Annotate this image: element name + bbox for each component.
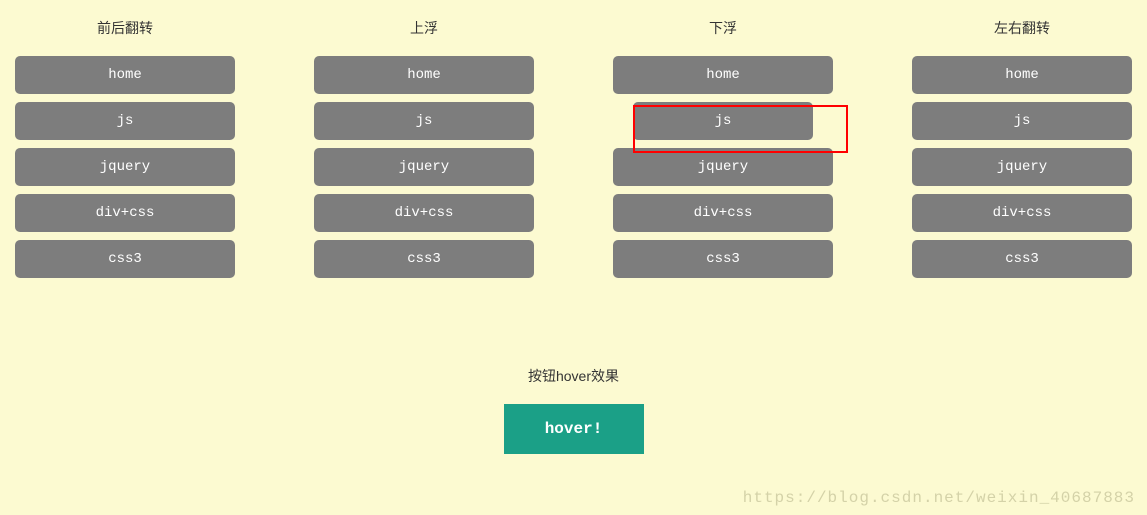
menu-item-divcss[interactable]: div+css xyxy=(613,194,833,232)
menu-item-jquery[interactable]: jquery xyxy=(15,148,235,186)
menu-item-js[interactable]: js xyxy=(912,102,1132,140)
menu-item-jquery[interactable]: jquery xyxy=(912,148,1132,186)
columns-container: 前后翻转 home js jquery div+css css3 上浮 home… xyxy=(0,0,1147,286)
hover-button[interactable]: hover! xyxy=(504,404,644,454)
menu-item-js[interactable]: js xyxy=(15,102,235,140)
menu-item-jquery[interactable]: jquery xyxy=(314,148,534,186)
column-flip-left-right: 左右翻转 home js jquery div+css css3 xyxy=(912,10,1132,286)
column-float-down: 下浮 home js jquery div+css css3 xyxy=(613,10,833,286)
menu-item-divcss[interactable]: div+css xyxy=(912,194,1132,232)
menu-item-css3[interactable]: css3 xyxy=(15,240,235,278)
menu-item-css3[interactable]: css3 xyxy=(613,240,833,278)
menu-item-jquery[interactable]: jquery xyxy=(613,148,833,186)
menu-item-divcss[interactable]: div+css xyxy=(15,194,235,232)
menu-item-home[interactable]: home xyxy=(15,56,235,94)
menu-item-divcss[interactable]: div+css xyxy=(314,194,534,232)
menu-item-home[interactable]: home xyxy=(314,56,534,94)
bottom-title: 按钮hover效果 xyxy=(0,366,1147,386)
menu-item-home[interactable]: home xyxy=(912,56,1132,94)
menu-item-js[interactable]: js xyxy=(314,102,534,140)
bottom-section: 按钮hover效果 hover! xyxy=(0,366,1147,454)
column-float-up: 上浮 home js jquery div+css css3 xyxy=(314,10,534,286)
menu-item-css3[interactable]: css3 xyxy=(912,240,1132,278)
column-title: 左右翻转 xyxy=(912,18,1132,38)
menu-item-css3[interactable]: css3 xyxy=(314,240,534,278)
menu-item-js[interactable]: js xyxy=(633,102,813,140)
menu-item-home[interactable]: home xyxy=(613,56,833,94)
column-title: 上浮 xyxy=(314,18,534,38)
column-flip-front-back: 前后翻转 home js jquery div+css css3 xyxy=(15,10,235,286)
column-title: 下浮 xyxy=(613,18,833,38)
column-title: 前后翻转 xyxy=(15,18,235,38)
watermark: https://blog.csdn.net/weixin_40687883 xyxy=(743,489,1135,507)
